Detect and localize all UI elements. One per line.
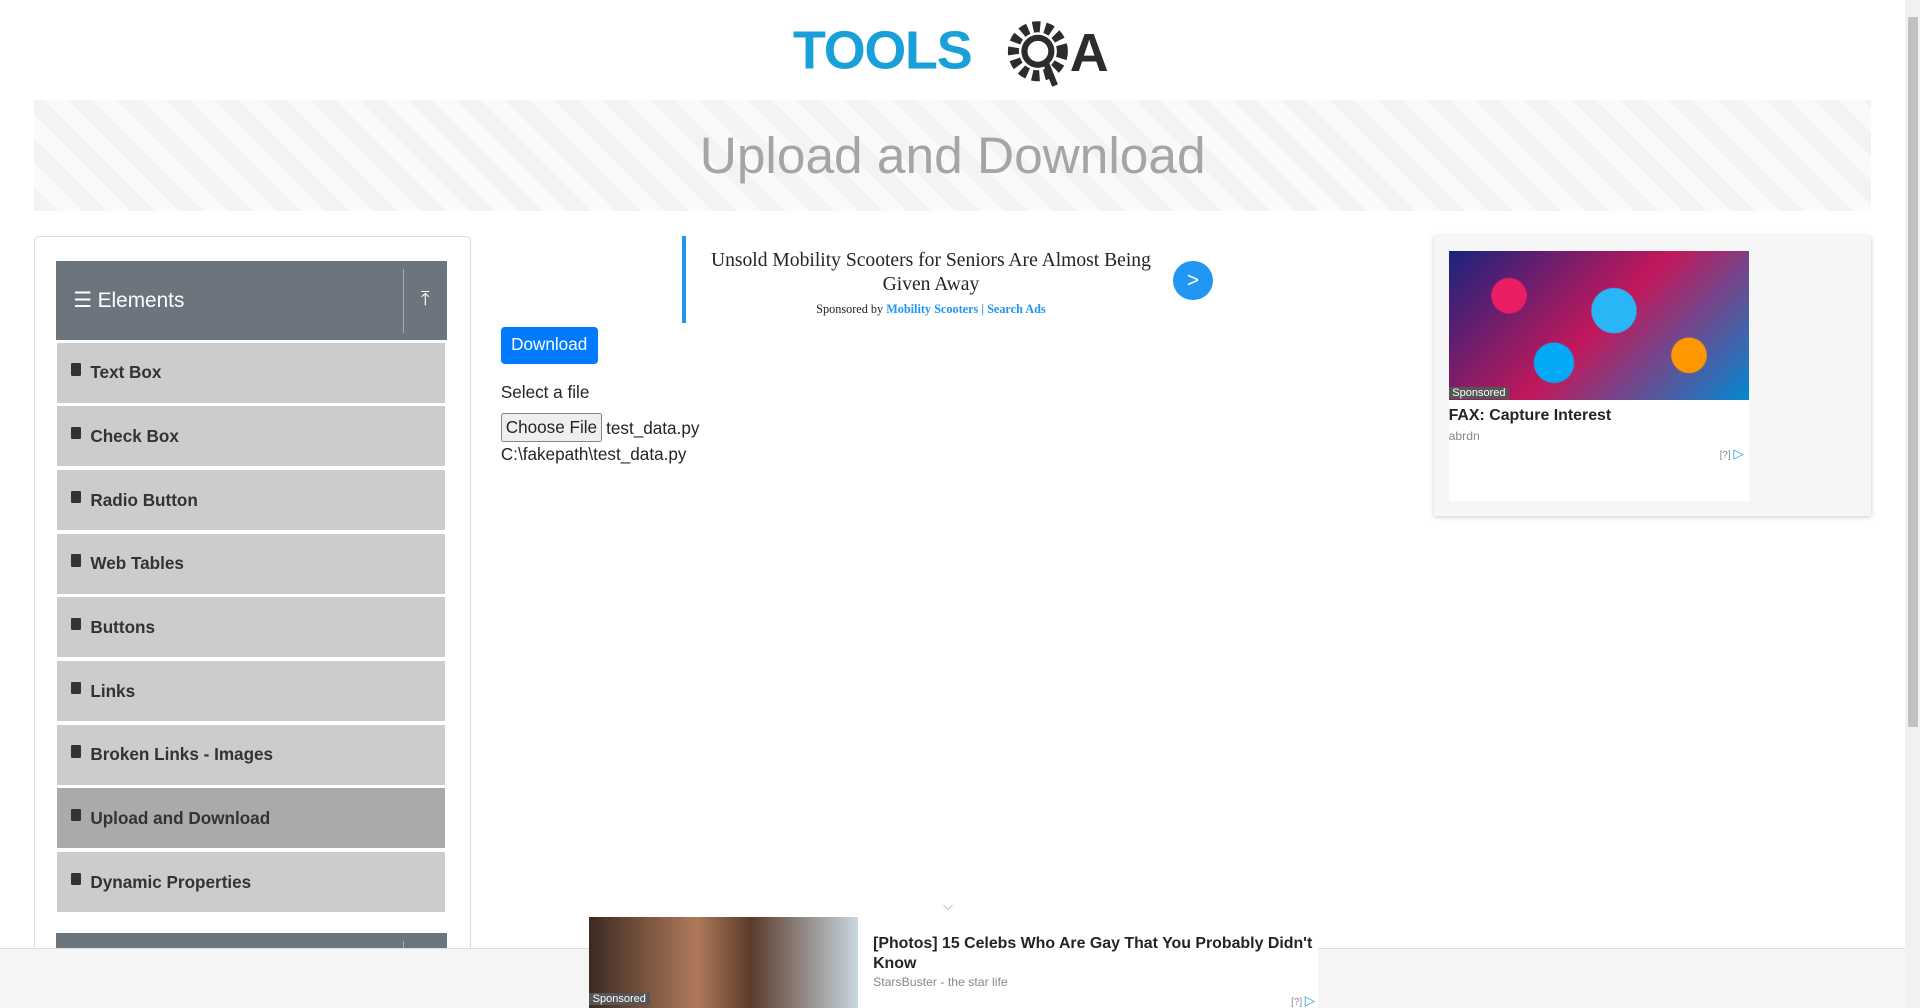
html5-icon [70,363,81,376]
top-ad[interactable]: Unsold Mobility Scooters for Seniors Are… [682,236,1217,324]
html5-icon [70,554,81,567]
sidebar-item-radio-button[interactable]: Radio Button [57,469,446,530]
html5-icon [70,809,81,822]
sidebar-item-web-tables[interactable]: Web Tables [57,533,446,594]
toolsqa-logo[interactable]: TOOLS A [793,17,1114,90]
chevron-down-icon[interactable]: ⌵ [943,898,953,914]
html5-icon [70,745,81,758]
sidebar-item-upload-download[interactable]: Upload and Download [57,788,446,849]
ad-image[interactable] [1448,251,1749,401]
group-label: ☰ Elements [73,288,185,312]
bottom-ad[interactable]: Sponsored [Photos] 15 Celebs Who Are Gay… [588,917,1318,1008]
adchoices-icon: ▷ [1304,993,1316,1008]
ad-info[interactable]: [?] ▷ [1720,446,1744,462]
scrollbar[interactable] [1905,0,1920,1008]
ad-sponsor-line: Sponsored by Mobility Scooters | Search … [816,302,1046,317]
upload-icon: ⤒ [420,287,430,310]
sidebar-item-dynamic-properties[interactable]: Dynamic Properties [57,852,446,913]
uploaded-file-path: C:\fakepath\test_data.py [500,444,687,465]
menu-icon: ☰ [73,288,98,312]
ad-title[interactable]: FAX: Capture Interest [1449,407,1612,425]
sidebar-item-broken-links[interactable]: Broken Links - Images [57,724,446,785]
svg-text:A: A [1070,23,1109,83]
group-header-elements[interactable]: ☰ Elements ⤒ [56,260,447,341]
ad-source: StarsBuster - the star life [873,974,1008,989]
choose-file-button[interactable]: Choose File [500,412,602,442]
html5-icon [70,427,81,440]
adchoices-icon: ▷ [1733,445,1744,461]
divider [402,269,404,333]
sidebar-item-text-box[interactable]: Text Box [57,342,446,403]
select-file-label: Select a file [500,382,590,403]
html5-icon [70,618,81,631]
sidebar: ☰ Elements ⤒ Text Box Check Box Radio Bu… [34,236,471,1008]
ad-source: abrdn [1448,428,1480,443]
sponsored-badge: Sponsored [1448,386,1510,399]
ad-headline[interactable]: Unsold Mobility Scooters for Seniors Are… [703,249,1159,298]
sidebar-item-links[interactable]: Links [57,661,446,721]
right-ad[interactable]: Sponsored FAX: Capture Interest abrdn [?… [1433,236,1872,516]
selected-file-name: test_data.py [606,417,700,438]
ad-info[interactable]: [?] ▷ [1291,993,1315,1008]
svg-text:TOOLS: TOOLS [793,21,971,81]
scrollbar-thumb[interactable] [1907,17,1918,728]
html5-icon [70,490,81,504]
html5-icon [70,872,81,886]
sidebar-item-check-box[interactable]: Check Box [57,406,446,467]
ad-arrow-button[interactable]: > [1173,260,1213,300]
html5-icon [70,681,81,695]
ad-sponsor-link[interactable]: Mobility Scooters | Search Ads [886,302,1045,316]
sponsored-badge: Sponsored [588,993,650,1006]
page-banner: Upload and Download [34,100,1872,211]
download-button[interactable]: Download [500,326,598,364]
sidebar-item-buttons[interactable]: Buttons [57,597,446,658]
ad-title[interactable]: [Photos] 15 Celebs Who Are Gay That You … [873,934,1316,973]
page-title: Upload and Download [699,126,1206,185]
